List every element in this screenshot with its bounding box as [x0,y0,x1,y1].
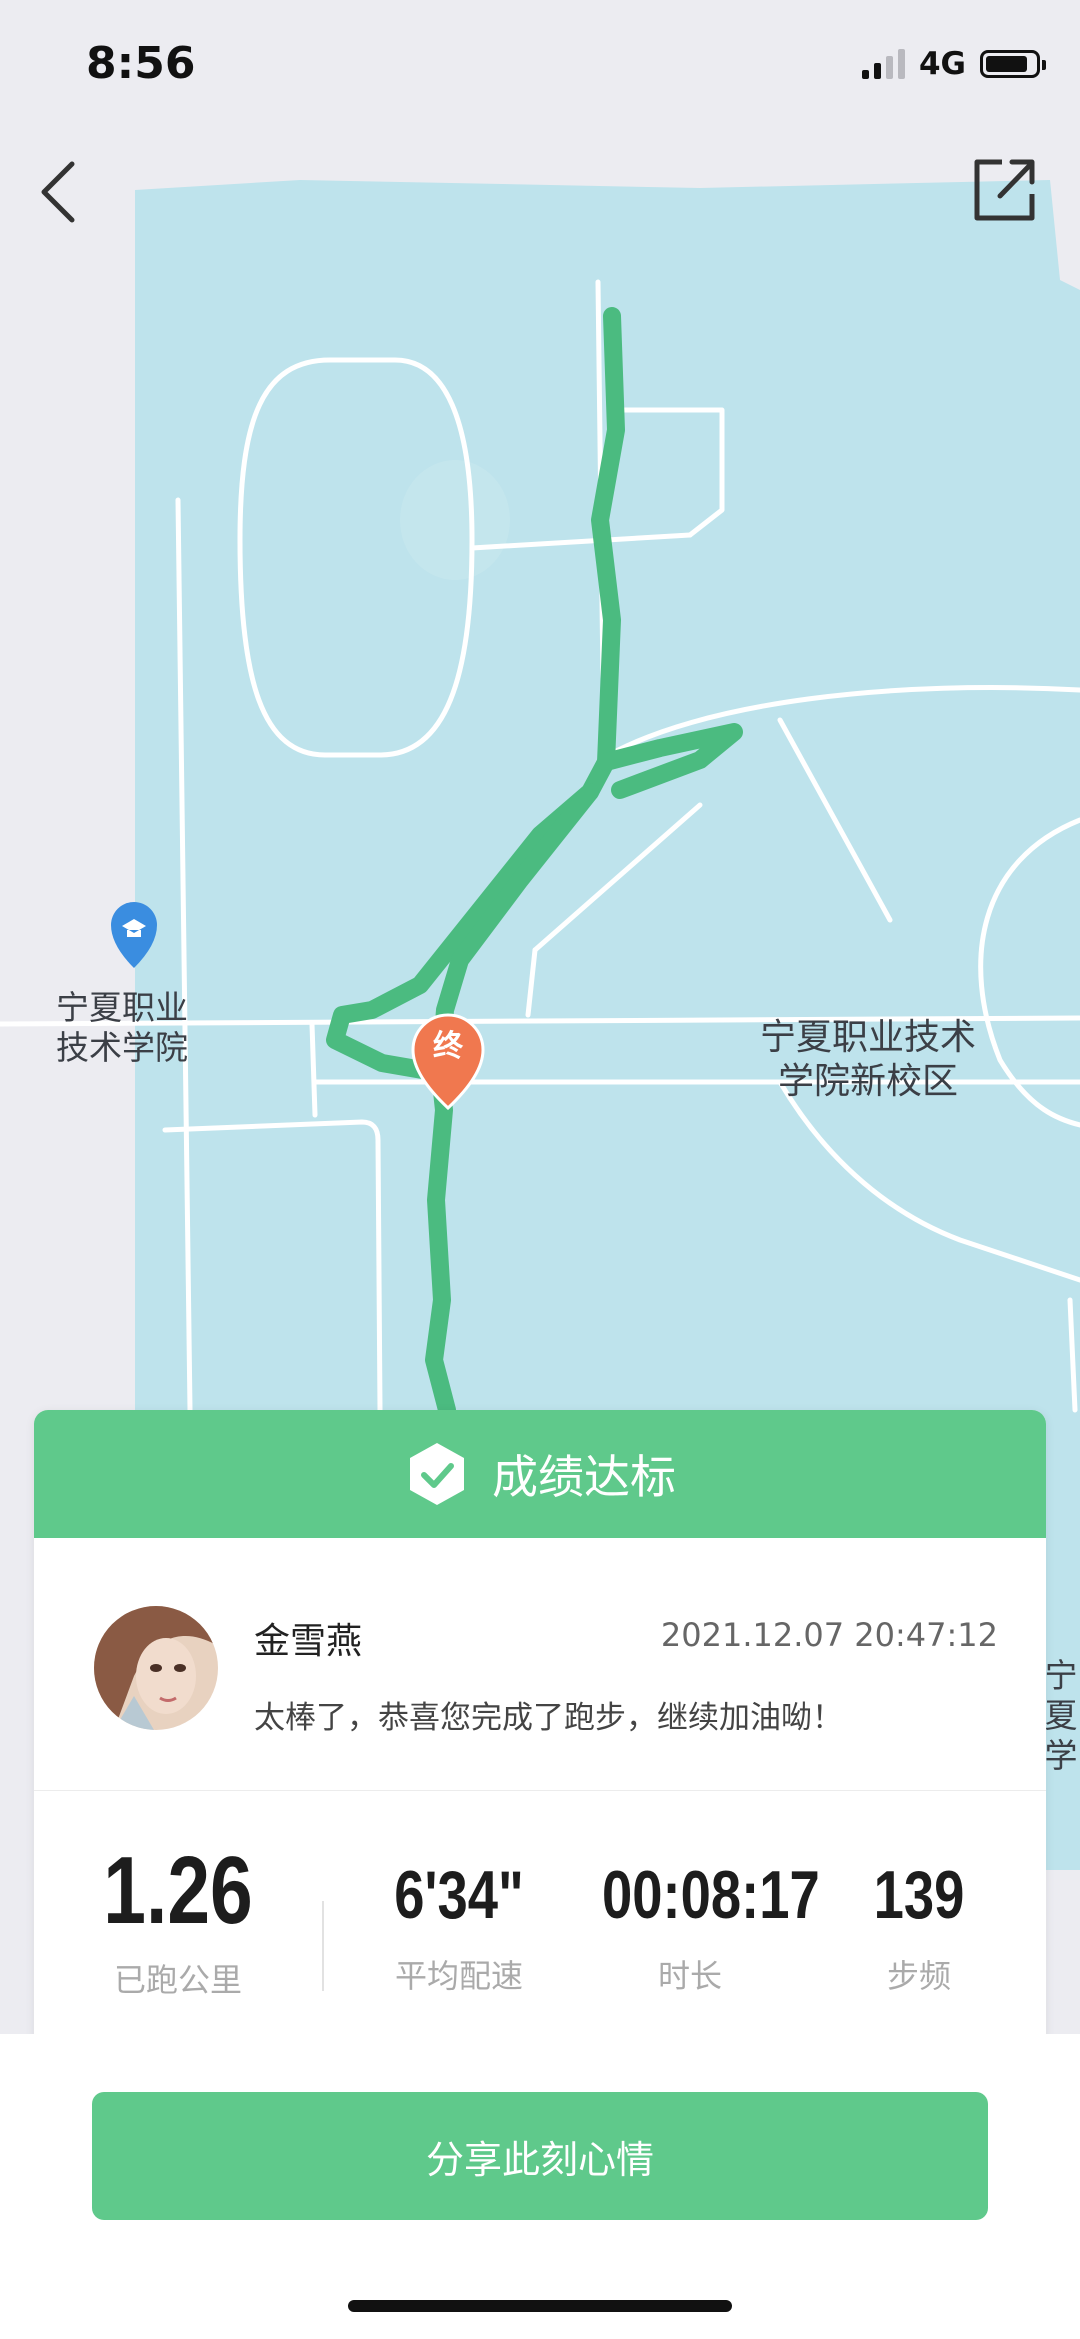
stats-row: 1.26 已跑公里 6'34" 平均配速 00:08:17 时长 139 步频 [34,1791,1046,2060]
stat-pace: 6'34" 平均配速 [374,1855,544,1997]
map-label-new-campus: 宁夏职业技术 学院新校区 [760,1017,977,1102]
chevron-left-icon [41,161,75,223]
stat-label: 时长 [657,1957,722,1995]
back-button[interactable] [28,150,88,230]
bottom-panel: 分享此刻心情 [0,2034,1080,2339]
map-label-school: 宁夏职业 技术学院 [56,988,188,1067]
avatar-image [94,1606,218,1730]
result-header: 成绩达标 [34,1410,1046,1538]
end-marker-label: 终 [433,1029,463,1064]
stat-value: 1.26 [103,1837,253,1944]
external-share-icon [974,159,1035,221]
share-mood-button[interactable]: 分享此刻心情 [92,2092,988,2220]
stat-value: 00:08:17 [602,1857,820,1933]
stat-label: 平均配速 [394,1957,523,1995]
stat-value: 6'34" [394,1857,524,1933]
user-name: 金雪燕 [254,1621,363,1662]
share-button[interactable] [968,150,1038,230]
result-status: 成绩达标 [492,1450,676,1504]
user-row: 金雪燕 2021.12.07 20:47:12 太棒了，恭喜您完成了跑步，继续加… [34,1538,1046,1791]
map-label-edge: 宁夏 学 [1044,1656,1078,1775]
status-time: 8:56 [86,38,196,89]
avatar[interactable] [94,1606,218,1730]
battery-icon [980,50,1046,78]
signal-icon [861,49,905,79]
status-indicators: 4G [861,46,1046,82]
home-indicator[interactable] [348,2300,732,2312]
stat-divider [322,1901,324,1991]
stat-distance: 1.26 已跑公里 [78,1843,278,2001]
congrats-message: 太棒了，恭喜您完成了跑步，继续加油呦！ [254,1700,843,1736]
status-bar: 8:56 4G [0,0,1080,130]
run-datetime: 2021.12.07 20:47:12 [660,1616,998,1654]
stat-label: 已跑公里 [113,1961,242,1999]
network-type: 4G [918,46,966,82]
result-card: 成绩达标 金雪燕 2021.12.07 20:47:12 太棒了，恭喜您完成了跑… [34,1410,1046,2060]
stat-duration: 00:08:17 时长 [580,1855,820,1997]
stat-value: 139 [873,1857,965,1933]
stat-label: 步频 [886,1957,951,1995]
check-badge-icon [410,1443,464,1505]
stat-cadence: 139 步频 [854,1855,984,1997]
